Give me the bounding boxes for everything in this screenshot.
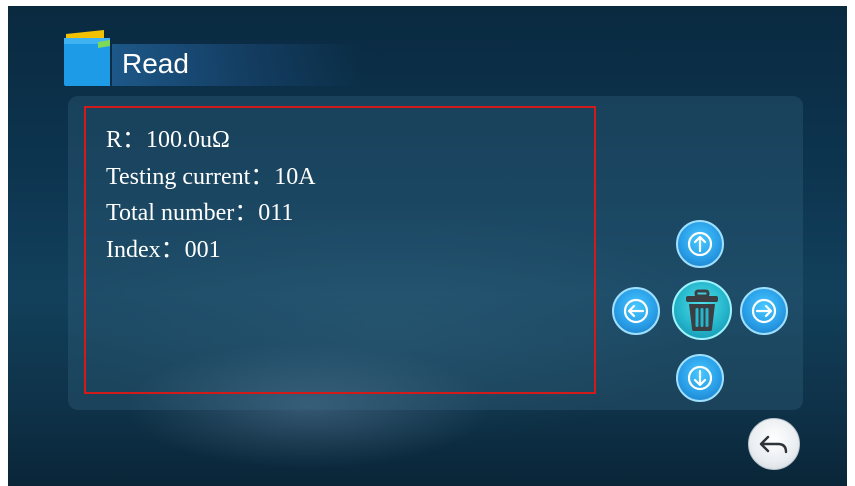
left-button[interactable]: [612, 287, 660, 335]
trash-icon: [686, 289, 718, 331]
resistance-value: R：100.0uΩ: [106, 127, 230, 153]
page-title: Read: [122, 48, 189, 79]
arrow-up-icon: [687, 231, 713, 257]
delete-button[interactable]: [672, 280, 732, 340]
reading-text: R：100.0uΩ Testing current：10A Total number…: [106, 122, 316, 268]
up-button[interactable]: [676, 220, 724, 268]
arrow-down-icon: [687, 365, 713, 391]
index-value: Index：001: [106, 236, 221, 263]
back-button[interactable]: [748, 418, 800, 470]
right-button[interactable]: [740, 287, 788, 335]
total-number-value: Total number：011: [106, 200, 294, 226]
arrow-right-icon: [751, 298, 777, 324]
reading-frame: R：100.0uΩ Testing current：10A Total number…: [84, 106, 596, 394]
return-arrow-icon: [759, 435, 788, 454]
testing-current-value: Testing current：10A: [106, 163, 316, 190]
down-button[interactable]: [676, 354, 724, 402]
arrow-left-icon: [623, 298, 649, 324]
read-screen: Read R：100.0uΩ Testing current：10A Total n…: [8, 6, 847, 486]
book-icon: [64, 30, 110, 86]
